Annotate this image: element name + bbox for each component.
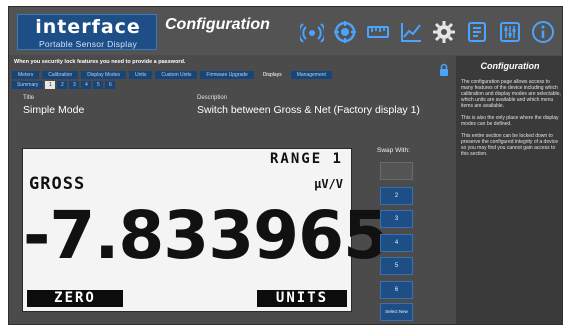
target-icon[interactable] bbox=[332, 19, 358, 45]
swap-label: Swap With: bbox=[377, 147, 410, 154]
tab-display-modes[interactable]: Display Modes bbox=[81, 71, 126, 79]
swap-button-3[interactable]: 3 bbox=[380, 210, 413, 228]
description-field-value[interactable]: Switch between Gross & Net (Factory disp… bbox=[197, 104, 420, 116]
subtab-display-5[interactable]: 5 bbox=[93, 81, 104, 89]
info-panel: Configuration The configuration page all… bbox=[456, 56, 562, 324]
info-paragraph: The configuration page allows access to … bbox=[461, 79, 561, 109]
display-subtabs: Summary 1 2 3 4 5 6 bbox=[12, 81, 116, 89]
units-button[interactable]: UNITS bbox=[257, 290, 347, 307]
info-panel-body: The configuration page allows access to … bbox=[461, 79, 561, 163]
config-tabs: Meters Calibration Display Modes Units C… bbox=[12, 71, 332, 79]
tab-custom-units[interactable]: Custom Units bbox=[155, 71, 198, 79]
subtab-summary[interactable]: Summary bbox=[12, 81, 44, 89]
swap-button-1 bbox=[380, 162, 413, 180]
unit-indicator: µV/V bbox=[314, 177, 343, 191]
page-title: Configuration bbox=[165, 16, 270, 33]
swap-button-4[interactable]: 4 bbox=[380, 234, 413, 252]
select-new-button[interactable]: Select New bbox=[380, 303, 413, 321]
brand-logo: interface Portable Sensor Display bbox=[17, 14, 157, 50]
subtab-display-1[interactable]: 1 bbox=[45, 81, 56, 89]
display-preview: RANGE 1 GROSS µV/V -7.833965 ZERO UNITS bbox=[22, 148, 389, 312]
lock-icon[interactable] bbox=[439, 63, 449, 77]
tab-displays[interactable]: Displays bbox=[256, 71, 288, 79]
description-field-label: Description bbox=[197, 95, 228, 101]
signal-icon[interactable] bbox=[299, 19, 325, 45]
logo-tagline: Portable Sensor Display bbox=[38, 39, 138, 49]
gear-icon[interactable] bbox=[431, 19, 457, 45]
subtab-display-2[interactable]: 2 bbox=[57, 81, 68, 89]
tab-management[interactable]: Management bbox=[290, 71, 332, 79]
logo-wordmark: interface bbox=[35, 16, 141, 38]
title-field-label: Title bbox=[23, 95, 35, 101]
reading-value: -7.833965 bbox=[23, 197, 389, 274]
subtab-display-3[interactable]: 3 bbox=[69, 81, 80, 89]
info-paragraph: This entire section can be locked down t… bbox=[461, 133, 558, 157]
swap-button-5[interactable]: 5 bbox=[380, 257, 413, 275]
toolbar bbox=[299, 19, 562, 45]
security-notice: When you security lock features you need… bbox=[14, 59, 186, 65]
tab-meters[interactable]: Meters bbox=[12, 71, 40, 79]
tab-units[interactable]: Units bbox=[128, 71, 153, 79]
zero-button[interactable]: ZERO bbox=[27, 290, 123, 307]
swap-button-6[interactable]: 6 bbox=[380, 281, 413, 299]
tab-calibration[interactable]: Calibration bbox=[42, 71, 79, 79]
header-bar: interface Portable Sensor Display Config… bbox=[9, 7, 562, 55]
tab-firmware-upgrade[interactable]: Firmware Upgrade bbox=[200, 71, 254, 79]
range-indicator: RANGE 1 bbox=[269, 151, 343, 167]
subtab-display-6[interactable]: 6 bbox=[105, 81, 116, 89]
swap-button-2[interactable]: 2 bbox=[380, 187, 413, 205]
document-icon[interactable] bbox=[464, 19, 490, 45]
info-panel-title: Configuration bbox=[480, 61, 540, 71]
sliders-icon[interactable] bbox=[497, 19, 523, 45]
title-field-value[interactable]: Simple Mode bbox=[23, 104, 84, 116]
app-window: interface Portable Sensor Display Config… bbox=[8, 6, 563, 325]
line-chart-icon[interactable] bbox=[398, 19, 424, 45]
info-paragraph: This is also the only place where the di… bbox=[461, 115, 559, 127]
subtab-display-4[interactable]: 4 bbox=[81, 81, 92, 89]
ruler-icon[interactable] bbox=[365, 19, 391, 45]
info-icon[interactable] bbox=[530, 19, 556, 45]
